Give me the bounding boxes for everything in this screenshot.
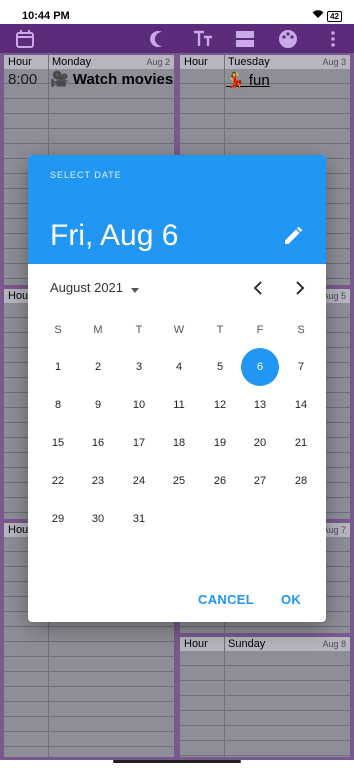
- date-picker-header: SELECT DATE Fri, Aug 6: [28, 155, 326, 264]
- ok-button[interactable]: OK: [281, 592, 301, 607]
- next-month-icon[interactable]: [288, 276, 312, 300]
- gesture-nav-bar: [0, 760, 354, 768]
- calendar-day[interactable]: 8: [39, 386, 77, 424]
- month-year-selector[interactable]: August 2021: [50, 280, 123, 295]
- calendar-day[interactable]: 1: [39, 348, 77, 386]
- calendar-day[interactable]: 12: [201, 386, 239, 424]
- weekday-header: S: [297, 324, 305, 336]
- calendar-day[interactable]: 25: [160, 462, 198, 500]
- edit-pencil-icon[interactable]: [282, 225, 304, 247]
- calendar-day[interactable]: 22: [39, 462, 77, 500]
- weekday-header: W: [173, 324, 185, 336]
- calendar-day[interactable]: 18: [160, 424, 198, 462]
- calendar-day[interactable]: 17: [120, 424, 158, 462]
- calendar-day[interactable]: 24: [120, 462, 158, 500]
- calendar-day[interactable]: 31: [120, 500, 158, 538]
- select-date-caption: SELECT DATE: [50, 170, 122, 180]
- weekday-header: S: [54, 324, 62, 336]
- calendar-day[interactable]: 19: [201, 424, 239, 462]
- selected-date-title: Fri, Aug 6: [50, 219, 179, 252]
- calendar-day[interactable]: 7: [282, 348, 320, 386]
- calendar-day[interactable]: 3: [120, 348, 158, 386]
- chevron-down-icon[interactable]: [131, 288, 139, 293]
- calendar-day[interactable]: 26: [201, 462, 239, 500]
- calendar-day[interactable]: 4: [160, 348, 198, 386]
- calendar-day[interactable]: 15: [39, 424, 77, 462]
- dialog-actions: CANCEL OK: [28, 575, 326, 622]
- calendar-day[interactable]: 20: [241, 424, 279, 462]
- month-navigation: August 2021: [28, 264, 326, 312]
- calendar-day[interactable]: 23: [79, 462, 117, 500]
- calendar-day[interactable]: 29: [39, 500, 77, 538]
- cancel-button[interactable]: CANCEL: [198, 592, 254, 607]
- previous-month-icon[interactable]: [246, 276, 270, 300]
- calendar-day[interactable]: 14: [282, 386, 320, 424]
- calendar-day[interactable]: 21: [282, 424, 320, 462]
- calendar-day[interactable]: 5: [201, 348, 239, 386]
- calendar-day[interactable]: 10: [120, 386, 158, 424]
- calendar-day[interactable]: 2: [79, 348, 117, 386]
- calendar-day[interactable]: 9: [79, 386, 117, 424]
- calendar-day[interactable]: 28: [282, 462, 320, 500]
- weekday-header: T: [135, 324, 143, 336]
- selected-day[interactable]: 6: [241, 348, 279, 386]
- home-indicator[interactable]: [113, 760, 241, 763]
- weekday-header: F: [256, 324, 264, 336]
- calendar-day[interactable]: 30: [79, 500, 117, 538]
- calendar-day[interactable]: 13: [241, 386, 279, 424]
- date-picker-dialog: SELECT DATE Fri, Aug 6 August 2021 S M T W T…: [28, 155, 326, 622]
- calendar-day[interactable]: 16: [79, 424, 117, 462]
- weekday-header: T: [216, 324, 224, 336]
- calendar-day[interactable]: 11: [160, 386, 198, 424]
- weekday-header: M: [93, 324, 103, 336]
- calendar-day[interactable]: 27: [241, 462, 279, 500]
